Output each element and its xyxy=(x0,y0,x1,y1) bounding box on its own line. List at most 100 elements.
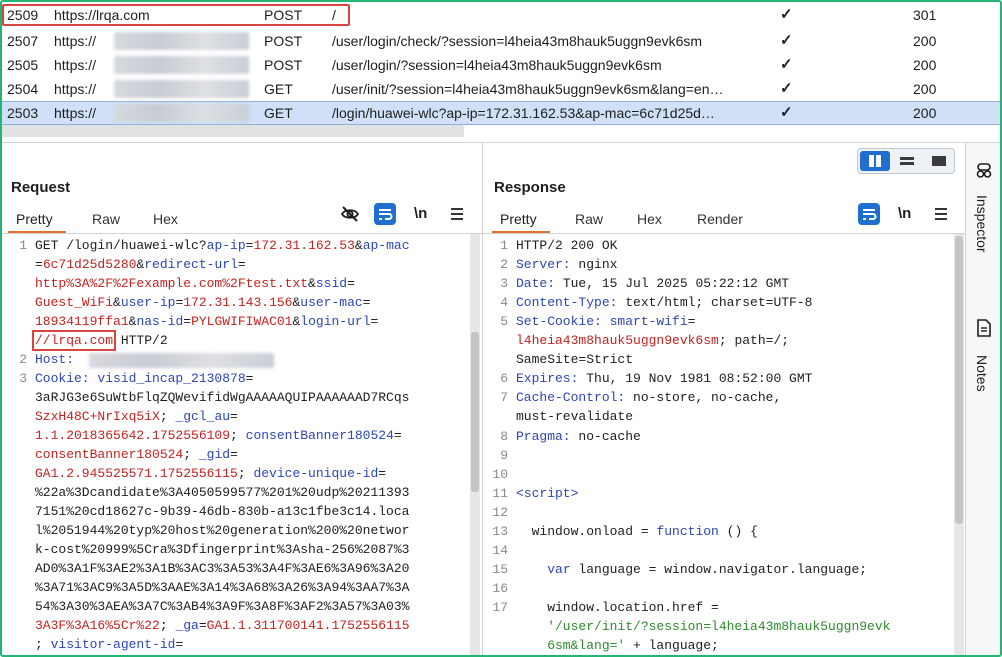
row-edited-check: ✓ xyxy=(780,104,793,121)
line-number: 3 xyxy=(500,276,508,291)
redacted-host xyxy=(114,56,249,74)
line-number: 2 xyxy=(500,257,508,272)
tabbar-divider xyxy=(483,233,965,234)
line-number: 6 xyxy=(500,371,508,386)
tab-response-raw[interactable]: Raw xyxy=(575,211,603,227)
code-line: SzxH48C+NrIxq5iX; _gcl_au= xyxy=(35,409,238,424)
code-line: %22a%3Dcandidate%3A4050599577%201%20udp%… xyxy=(35,485,410,500)
code-line: =6c71d25d5280&redirect-url= xyxy=(35,257,246,272)
request-editor[interactable]: 1 2 3 GET /login/huawei-wlc?ap-ip=172.31… xyxy=(7,237,469,655)
response-editor[interactable]: 1 2 3 4 5 6 7 8 9 10 11 12 13 14 15 16 1… xyxy=(488,237,953,655)
inspector-sidebar: Inspector Notes xyxy=(966,143,1000,655)
code-line: http%3A%2F%2Fexample.com%2Ftest.txt&ssid… xyxy=(35,276,355,291)
split-horizontal-layout-button[interactable] xyxy=(892,151,922,171)
tab-response-pretty[interactable]: Pretty xyxy=(500,211,537,227)
code-line: must-revalidate xyxy=(516,409,634,424)
row-status: 200 xyxy=(913,81,937,97)
newline-toggle-icon[interactable]: \n xyxy=(898,205,911,222)
horizontal-scrollbar[interactable] xyxy=(2,125,464,137)
code-line: <script> xyxy=(516,486,579,501)
line-number: 7 xyxy=(500,390,508,405)
line-number: 9 xyxy=(500,448,508,463)
line-number: 5 xyxy=(500,314,508,329)
line-number: 2 xyxy=(19,352,27,367)
row-edited-check: ✓ xyxy=(780,6,793,23)
row-number: 2507 xyxy=(7,33,39,49)
code-line: 3aRJG3e6SuWtbFlqZQWevifidWgAAAAAQUIPAAAA… xyxy=(35,390,410,405)
line-number: 10 xyxy=(492,467,508,482)
tab-request-raw[interactable]: Raw xyxy=(92,211,120,227)
inspector-icon[interactable] xyxy=(975,161,993,179)
code-line: GA1.2.945525571.1752556115; device-uniqu… xyxy=(35,466,387,481)
code-line: 54%3A30%3AEA%3A7C%3AB4%3A9F%3A8F%3AF2%3A… xyxy=(35,599,410,614)
tab-response-render[interactable]: Render xyxy=(697,211,743,227)
layout-toggle xyxy=(857,148,955,174)
redacted-host xyxy=(114,80,249,98)
code-line: //lrqa.com HTTP/2 xyxy=(31,330,168,351)
code-line: Guest_WiFi&user-ip=172.31.143.156&user-m… xyxy=(35,295,371,310)
http-history-table: 2509 https://lrqa.com POST / ✓ 301 2507 … xyxy=(2,2,1000,142)
code-line: Content-Type: text/html; charset=UTF-8 xyxy=(516,295,813,310)
wrap-lines-icon[interactable] xyxy=(374,203,396,225)
row-url: / xyxy=(332,7,336,23)
row-number: 2504 xyxy=(7,81,39,97)
row-url: /user/login/check/?session=l4heia43m8hau… xyxy=(332,33,703,49)
sidebar-item-notes[interactable]: Notes xyxy=(974,355,990,392)
code-line: Cache-Control: no-store, no-cache, xyxy=(516,390,782,405)
newline-toggle-icon[interactable]: \n xyxy=(414,205,427,222)
line-number: 17 xyxy=(492,600,508,615)
code-line: window.onload = function () { xyxy=(516,524,758,539)
line-number: 13 xyxy=(492,524,508,539)
line-number: 12 xyxy=(492,505,508,520)
tab-response-hex[interactable]: Hex xyxy=(637,211,662,227)
code-line: var language = window.navigator.language… xyxy=(547,562,868,577)
row-method: GET xyxy=(264,81,293,97)
row-status: 301 xyxy=(913,7,937,23)
code-line: k-cost%20999%5Cra%3Dfingerprint%3Asha-25… xyxy=(35,542,410,557)
menu-icon[interactable] xyxy=(933,206,949,222)
divider xyxy=(482,143,483,655)
hide-eye-icon[interactable] xyxy=(339,203,361,225)
row-number: 2503 xyxy=(7,105,39,121)
tabs-layout-button[interactable] xyxy=(924,151,954,171)
row-url: /user/login/?session=l4heia43m8hauk5uggn… xyxy=(332,57,662,73)
sidebar-item-inspector[interactable]: Inspector xyxy=(974,195,990,253)
line-number: 1 xyxy=(19,238,27,253)
code-line: 7151%20cd18627c-9b39-46db-830b-a13c1fbe3… xyxy=(35,504,410,519)
code-line: '/user/init/?session=l4heia43m8hauk5uggn… xyxy=(516,619,891,634)
line-number: 8 xyxy=(500,429,508,444)
code-line: Host: xyxy=(35,352,75,367)
code-line: AD0%3A1F%3AE2%3A1B%3AC3%3A53%3A4F%3AE6%3… xyxy=(35,561,410,576)
line-number: 1 xyxy=(500,238,508,253)
wrap-lines-icon[interactable] xyxy=(858,203,880,225)
row-status: 200 xyxy=(913,105,937,121)
line-number: 4 xyxy=(500,295,508,310)
redacted-host-value xyxy=(89,353,274,368)
tab-request-pretty[interactable]: Pretty xyxy=(16,211,53,227)
code-line: GET /login/huawei-wlc?ap-ip=172.31.162.5… xyxy=(35,238,410,253)
request-title: Request xyxy=(11,179,71,196)
row-status: 200 xyxy=(913,33,937,49)
code-line: 3A3F%3A16%5Cr%22; _ga=GA1.1.311700141.17… xyxy=(35,618,410,633)
row-status: 200 xyxy=(913,57,937,73)
response-title: Response xyxy=(494,179,566,196)
line-number: 14 xyxy=(492,543,508,558)
line-number: 16 xyxy=(492,581,508,596)
menu-icon[interactable] xyxy=(449,206,465,222)
redacted-host xyxy=(114,104,249,122)
divider xyxy=(2,142,1000,143)
code-line: window.location.href = xyxy=(516,600,719,615)
code-line: Set-Cookie: smart-wifi= xyxy=(516,314,696,329)
notes-icon[interactable] xyxy=(976,319,992,337)
row-method: GET xyxy=(264,105,293,121)
tab-request-hex[interactable]: Hex xyxy=(153,211,178,227)
highlight-box-row-2509 xyxy=(2,4,350,26)
code-line: %3A71%3AC9%3A5D%3AAE%3A14%3A68%3A26%3A94… xyxy=(35,580,410,595)
code-line: 6sm&lang=' + language; xyxy=(516,638,719,653)
request-scrollbar-thumb[interactable] xyxy=(471,332,479,492)
tabbar-divider xyxy=(2,233,482,234)
response-scrollbar-thumb[interactable] xyxy=(955,236,963,524)
code-line: HTTP/2 200 OK xyxy=(516,238,618,253)
login-url-value: //lrqa.com xyxy=(31,330,117,351)
split-vertical-layout-button[interactable] xyxy=(860,151,890,171)
